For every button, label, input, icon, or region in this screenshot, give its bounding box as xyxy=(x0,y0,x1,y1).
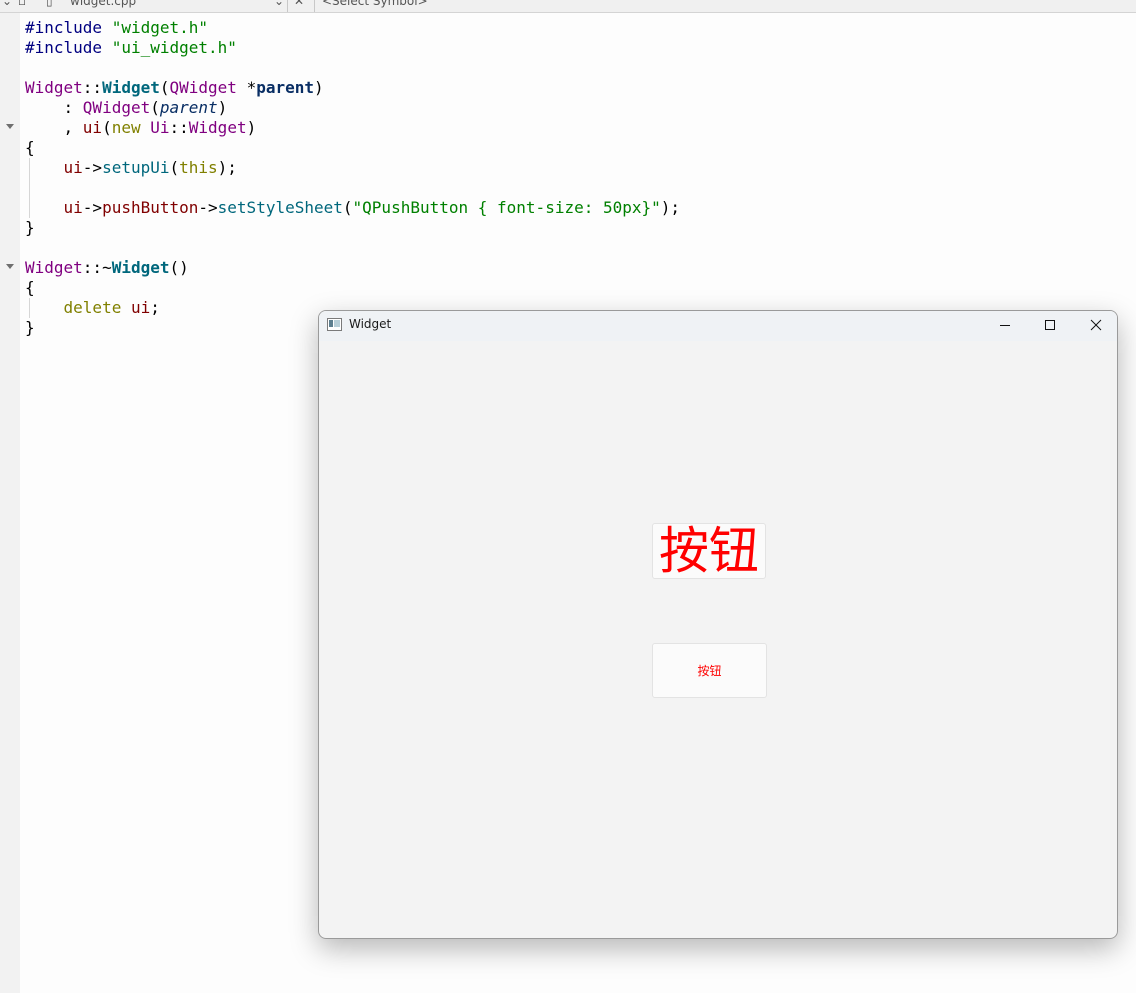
code-token: this xyxy=(179,158,218,177)
widget-window[interactable]: Widget 按钮 按钮 xyxy=(318,310,1118,939)
file-icon: ▯ xyxy=(46,0,53,8)
code-token: ui xyxy=(82,118,103,137)
code-token: :: xyxy=(82,78,103,97)
code-token: ); xyxy=(660,198,681,217)
code-token: setStyleSheet xyxy=(217,198,343,217)
code-token: #include xyxy=(25,18,112,37)
fold-marker-icon[interactable] xyxy=(6,264,14,269)
code-token: delete xyxy=(63,298,122,317)
code-line[interactable]: { xyxy=(25,138,680,158)
code-token: ui xyxy=(130,298,151,317)
window-title: Widget xyxy=(349,317,392,331)
code-token: ui xyxy=(63,158,83,177)
code-token: QWidget xyxy=(82,98,151,117)
window-titlebar[interactable]: Widget xyxy=(319,311,1117,341)
code-token: * xyxy=(236,78,257,97)
code-token: pushButton xyxy=(102,198,199,217)
close-button[interactable] xyxy=(1073,311,1117,339)
code-token: ( xyxy=(102,118,112,137)
code-token: } xyxy=(25,218,35,237)
code-token: Widget xyxy=(102,78,160,97)
editor-gutter xyxy=(0,13,20,993)
save-icon[interactable]: ▫ xyxy=(18,0,26,8)
code-token: Widget xyxy=(25,258,83,277)
code-token: Ui xyxy=(150,118,170,137)
code-editor[interactable]: #include "widget.h" #include "ui_widget.h… xyxy=(25,18,680,338)
push-button-small[interactable]: 按钮 xyxy=(652,643,767,698)
code-token: Widget xyxy=(111,258,170,277)
code-token: : xyxy=(25,98,83,117)
code-token: ui xyxy=(63,198,83,217)
file-dropdown-icon[interactable]: ⌄ xyxy=(274,0,284,8)
code-token: #include xyxy=(25,38,112,57)
code-line[interactable]: , ui(new Ui::Widget) xyxy=(25,118,680,138)
code-token: ) xyxy=(314,78,324,97)
code-token: Widget xyxy=(25,78,83,97)
code-token: ( xyxy=(150,98,160,117)
fold-marker-icon[interactable] xyxy=(6,124,14,129)
code-token: Widget xyxy=(188,118,247,137)
code-line[interactable]: : QWidget(parent) xyxy=(25,98,680,118)
symbol-selector[interactable]: <Select Symbol> xyxy=(322,0,428,8)
code-line[interactable]: } xyxy=(25,218,680,238)
code-token: :: xyxy=(169,118,189,137)
code-line[interactable]: Widget::Widget(QWidget *parent) xyxy=(25,78,680,98)
maximize-icon xyxy=(1044,320,1055,330)
push-button-large[interactable]: 按钮 xyxy=(652,523,766,579)
minimize-icon xyxy=(999,325,1010,326)
code-token: QWidget xyxy=(169,78,237,97)
code-token: , xyxy=(25,118,83,137)
code-line[interactable] xyxy=(25,178,680,198)
code-line[interactable]: { xyxy=(25,278,680,298)
code-token: } xyxy=(25,318,35,337)
code-token: ) xyxy=(217,98,228,117)
code-token: new xyxy=(111,118,141,137)
code-token: "widget.h" xyxy=(111,18,209,37)
code-token: ( xyxy=(342,198,353,217)
code-token: setupUi xyxy=(102,158,170,177)
file-tab-label[interactable]: widget.cpp xyxy=(70,0,136,8)
code-line[interactable]: #include "widget.h" xyxy=(25,18,680,38)
close-icon xyxy=(1090,319,1101,331)
code-token: -> xyxy=(82,158,103,177)
code-token: ; xyxy=(150,298,160,317)
code-token: ) xyxy=(246,118,257,137)
code-token: ( xyxy=(169,158,180,177)
code-token: () xyxy=(169,258,189,277)
code-token: -> xyxy=(198,198,218,217)
code-token: { xyxy=(25,138,35,157)
code-line[interactable]: Widget::~Widget() xyxy=(25,258,680,278)
push-button-large-label: 按钮 xyxy=(659,523,759,579)
code-line[interactable]: ui->pushButton->setStyleSheet("QPushButt… xyxy=(25,198,681,218)
code-token: parent xyxy=(256,78,314,97)
code-token: "QPushButton { font-size: 50px}" xyxy=(352,198,661,217)
code-line[interactable]: ui->setupUi(this); xyxy=(25,158,680,178)
app-icon xyxy=(327,318,342,331)
close-document-icon[interactable]: ✕ xyxy=(294,0,304,8)
maximize-button[interactable] xyxy=(1027,311,1072,339)
code-token: parent xyxy=(159,98,218,117)
code-line[interactable]: #include "ui_widget.h" xyxy=(25,38,680,58)
code-token: ( xyxy=(159,78,170,97)
code-token: ::~ xyxy=(82,258,112,277)
push-button-small-label: 按钮 xyxy=(697,664,722,678)
code-line[interactable] xyxy=(25,58,680,78)
code-token: ); xyxy=(217,158,237,177)
code-token: -> xyxy=(82,198,103,217)
minimize-button[interactable] xyxy=(982,311,1027,339)
code-line[interactable] xyxy=(25,238,680,258)
editor-toolbar: ⌄ ▫ ▯ widget.cpp ⌄ ✕ <Select Symbol> xyxy=(0,0,1136,13)
code-token: { xyxy=(25,278,35,297)
code-token: "ui_widget.h" xyxy=(111,38,237,57)
chevron-down-icon[interactable]: ⌄ xyxy=(2,0,12,8)
